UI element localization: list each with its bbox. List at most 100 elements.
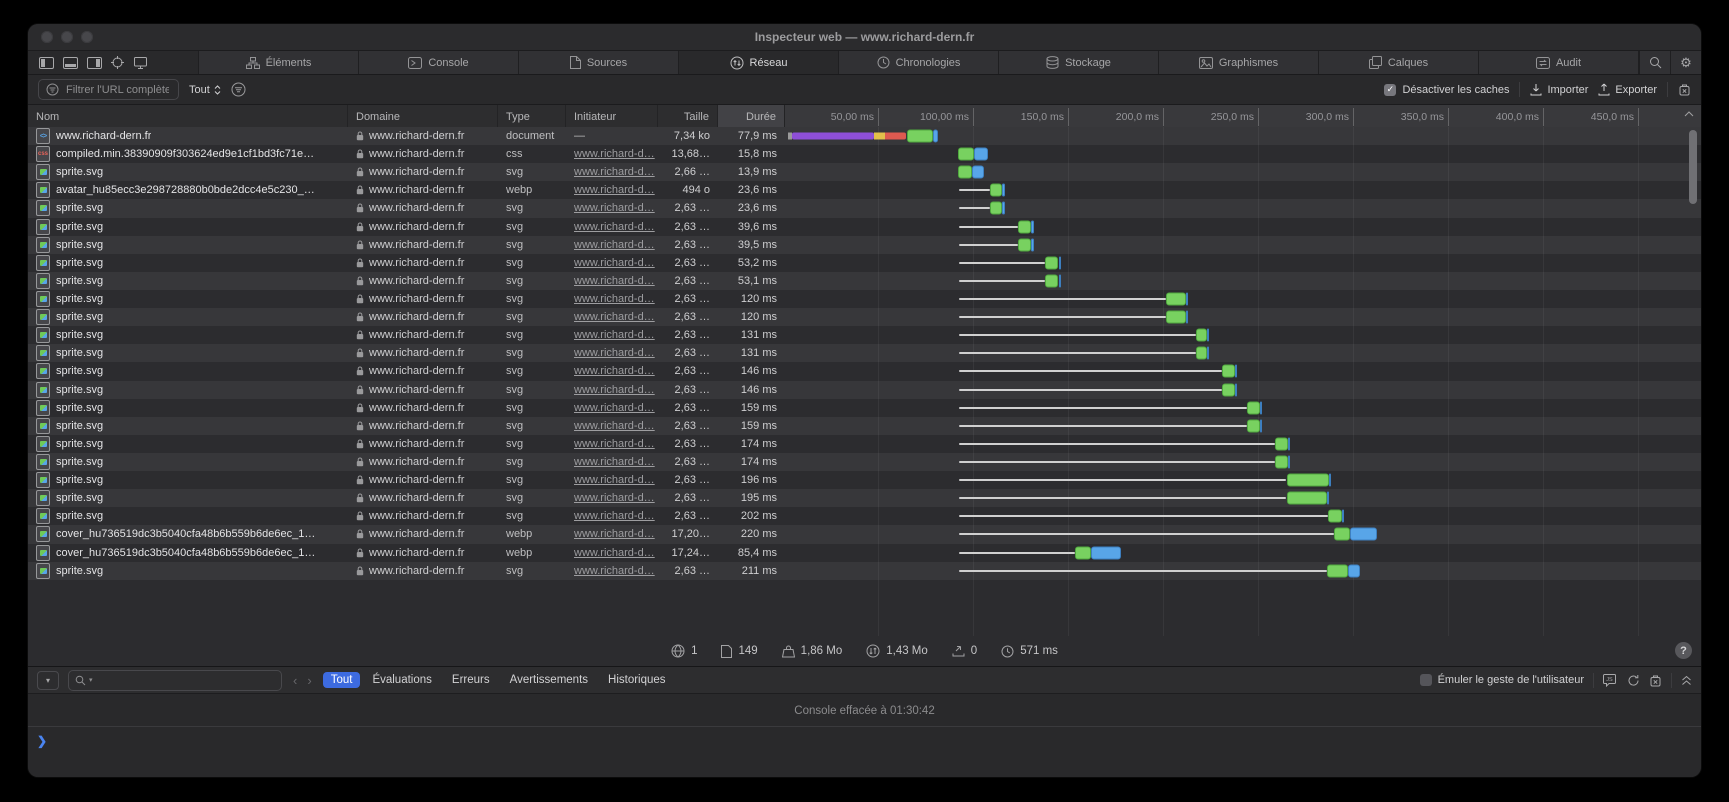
tab-timelines[interactable]: Chronologies	[838, 51, 998, 74]
initiator-link[interactable]: www.richard-d…	[574, 347, 655, 359]
network-request-row[interactable]: sprite.svg www.richard-dern.fr svg www.r…	[28, 435, 1701, 453]
network-request-row[interactable]: <> www.richard-dern.fr www.richard-dern.…	[28, 127, 1701, 145]
initiator-link[interactable]: www.richard-d…	[574, 565, 655, 577]
network-request-row[interactable]: sprite.svg www.richard-dern.fr svg www.r…	[28, 199, 1701, 217]
initiator-link[interactable]: www.richard-d…	[574, 202, 655, 214]
element-picker-icon[interactable]	[111, 56, 124, 69]
initiator-link[interactable]: www.richard-d…	[574, 221, 655, 233]
tab-network[interactable]: Réseau	[678, 51, 838, 74]
network-request-row[interactable]: sprite.svg www.richard-dern.fr svg www.r…	[28, 344, 1701, 362]
dock-to-left-icon[interactable]	[39, 57, 54, 69]
network-request-row[interactable]: sprite.svg www.richard-dern.fr svg www.r…	[28, 163, 1701, 181]
console-prompt[interactable]: ❯	[28, 727, 1701, 777]
import-button[interactable]: Importer	[1530, 83, 1588, 96]
clear-console-button[interactable]	[1649, 674, 1662, 687]
network-request-row[interactable]: cover_hu736519dc3b5040cfa48b6b559b6de6ec…	[28, 544, 1701, 562]
initiator-link[interactable]: www.richard-d…	[574, 365, 655, 377]
console-search-input[interactable]	[96, 673, 275, 687]
console-scope-évaluations[interactable]: Évaluations	[364, 672, 439, 688]
dock-to-bottom-icon[interactable]	[63, 57, 78, 69]
next-result-button[interactable]: ›	[307, 673, 311, 688]
initiator-link[interactable]: www.richard-d…	[574, 528, 655, 540]
disable-caches-checkbox[interactable]: ✓ Désactiver les caches	[1384, 84, 1509, 96]
initiator-link[interactable]: www.richard-d…	[574, 166, 655, 178]
initiator-link[interactable]: www.richard-d…	[574, 474, 655, 486]
initiator-link[interactable]: www.richard-d…	[574, 329, 655, 341]
javascript-context-icon[interactable]: JS	[1603, 674, 1618, 687]
initiator-link[interactable]: www.richard-d…	[574, 275, 655, 287]
previous-result-button[interactable]: ‹	[293, 673, 297, 688]
initiator-link[interactable]: www.richard-d…	[574, 420, 655, 432]
console-search-field[interactable]: ▾	[68, 670, 282, 691]
close-window-button[interactable]	[41, 31, 53, 43]
tab-graphics[interactable]: Graphismes	[1158, 51, 1318, 74]
network-request-row[interactable]: sprite.svg www.richard-dern.fr svg www.r…	[28, 254, 1701, 272]
initiator-link[interactable]: www.richard-d…	[574, 492, 655, 504]
url-filter-field[interactable]	[38, 79, 179, 100]
console-mode-button[interactable]: ▾	[37, 671, 59, 690]
network-request-row[interactable]: sprite.svg www.richard-dern.fr svg www.r…	[28, 218, 1701, 236]
help-button[interactable]: ?	[1675, 642, 1692, 659]
console-scope-tout[interactable]: Tout	[323, 672, 361, 688]
device-icon[interactable]	[133, 57, 148, 69]
network-request-row[interactable]: sprite.svg www.richard-dern.fr svg www.r…	[28, 417, 1701, 435]
emulate-user-gesture-checkbox[interactable]: Émuler le geste de l'utilisateur	[1420, 674, 1584, 686]
tab-console[interactable]: Console	[358, 51, 518, 74]
network-request-row[interactable]: sprite.svg www.richard-dern.fr svg www.r…	[28, 272, 1701, 290]
console-scope-avertissements[interactable]: Avertissements	[502, 672, 596, 688]
initiator-link[interactable]: www.richard-d…	[574, 148, 655, 160]
console-scope-historiques[interactable]: Historiques	[600, 672, 674, 688]
initiator-link[interactable]: www.richard-d…	[574, 384, 655, 396]
resource-type-select[interactable]: Tout	[189, 84, 221, 96]
tab-storage[interactable]: Stockage	[998, 51, 1158, 74]
network-request-row[interactable]: sprite.svg www.richard-dern.fr svg www.r…	[28, 362, 1701, 380]
network-request-row[interactable]: sprite.svg www.richard-dern.fr svg www.r…	[28, 562, 1701, 580]
initiator-link[interactable]: www.richard-d…	[574, 456, 655, 468]
tab-elements[interactable]: Éléments	[198, 51, 358, 74]
network-request-row[interactable]: sprite.svg www.richard-dern.fr svg www.r…	[28, 290, 1701, 308]
initiator-link[interactable]: www.richard-d…	[574, 311, 655, 323]
expand-console-button[interactable]	[1681, 675, 1692, 686]
zoom-window-button[interactable]	[81, 31, 93, 43]
initiator-link[interactable]: www.richard-d…	[574, 510, 655, 522]
column-header-taille[interactable]: Taille	[658, 105, 718, 129]
initiator-link[interactable]: www.richard-d…	[574, 547, 655, 559]
initiator-link[interactable]: www.richard-d…	[574, 402, 655, 414]
vertical-scrollbar-thumb[interactable]	[1689, 130, 1697, 204]
network-request-row[interactable]: sprite.svg www.richard-dern.fr svg www.r…	[28, 453, 1701, 471]
column-header-nom[interactable]: Nom	[28, 105, 348, 129]
console-scope-erreurs[interactable]: Erreurs	[444, 672, 498, 688]
search-button[interactable]	[1639, 51, 1670, 74]
initiator-link[interactable]: www.richard-d…	[574, 293, 655, 305]
column-header-type[interactable]: Type	[498, 105, 566, 129]
network-request-row[interactable]: cover_hu736519dc3b5040cfa48b6b559b6de6ec…	[28, 525, 1701, 543]
column-header-durée[interactable]: Durée	[718, 105, 785, 129]
network-request-row[interactable]: sprite.svg www.richard-dern.fr svg www.r…	[28, 399, 1701, 417]
column-header-domaine[interactable]: Domaine	[348, 105, 498, 129]
settings-button[interactable]: ⚙	[1670, 51, 1701, 74]
scope-filter-icon[interactable]	[231, 82, 246, 97]
minimize-window-button[interactable]	[61, 31, 73, 43]
dock-to-right-icon[interactable]	[87, 57, 102, 69]
network-request-row[interactable]: avatar_hu85ecc3e298728880b0bde2dcc4e5c23…	[28, 181, 1701, 199]
collapse-waterfall-icon[interactable]	[1684, 111, 1694, 117]
initiator-link[interactable]: www.richard-d…	[574, 184, 655, 196]
url-filter-input[interactable]	[64, 83, 171, 97]
tab-audit[interactable]: Audit	[1478, 51, 1639, 74]
network-request-row[interactable]: sprite.svg www.richard-dern.fr svg www.r…	[28, 489, 1701, 507]
initiator-link[interactable]: www.richard-d…	[574, 239, 655, 251]
network-request-row[interactable]: sprite.svg www.richard-dern.fr svg www.r…	[28, 326, 1701, 344]
reload-icon[interactable]	[1627, 674, 1640, 687]
tab-layers[interactable]: Calques	[1318, 51, 1478, 74]
network-request-row[interactable]: sprite.svg www.richard-dern.fr svg www.r…	[28, 507, 1701, 525]
clear-network-items-button[interactable]	[1678, 83, 1691, 96]
network-request-row[interactable]: sprite.svg www.richard-dern.fr svg www.r…	[28, 471, 1701, 489]
initiator-link[interactable]: www.richard-d…	[574, 438, 655, 450]
initiator-link[interactable]: www.richard-d…	[574, 257, 655, 269]
export-button[interactable]: Exporter	[1598, 83, 1657, 96]
network-request-row[interactable]: sprite.svg www.richard-dern.fr svg www.r…	[28, 308, 1701, 326]
network-request-row[interactable]: sprite.svg www.richard-dern.fr svg www.r…	[28, 381, 1701, 399]
network-request-row[interactable]: sprite.svg www.richard-dern.fr svg www.r…	[28, 236, 1701, 254]
network-request-row[interactable]: css compiled.min.38390909f303624ed9e1cf1…	[28, 145, 1701, 163]
column-header-initiateur[interactable]: Initiateur	[566, 105, 658, 129]
